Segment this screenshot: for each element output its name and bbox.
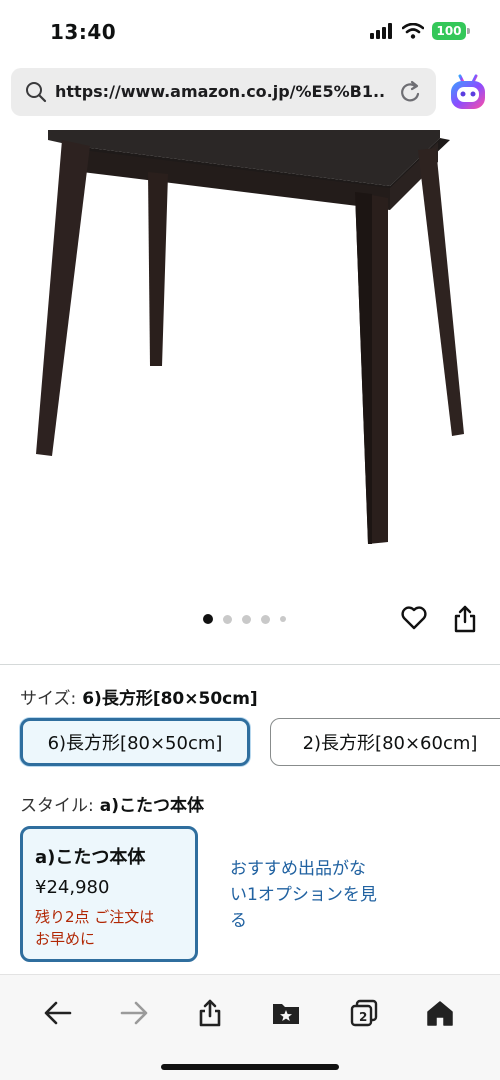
- url-text[interactable]: https://www.amazon.co.jp/%E5%B1...: [55, 82, 385, 101]
- link-line[interactable]: る: [230, 908, 420, 934]
- style-label: スタイル:: [20, 796, 94, 816]
- share-icon[interactable]: [452, 604, 478, 634]
- assistant-bot-icon[interactable]: [448, 72, 488, 112]
- link-line[interactable]: い1オプションを見: [230, 882, 420, 908]
- battery-icon: 100: [432, 22, 470, 40]
- carousel-dot[interactable]: [223, 614, 232, 624]
- reload-icon[interactable]: [400, 80, 422, 104]
- carousel-dot[interactable]: [242, 614, 251, 624]
- tab-count: 2: [359, 1010, 368, 1024]
- status-bar: 13:40 100: [0, 0, 500, 64]
- carousel-dot[interactable]: [280, 616, 286, 622]
- cellular-signal-icon: [370, 23, 392, 39]
- tabs-button[interactable]: 2: [344, 993, 384, 1033]
- forward-arrow-icon: [120, 1001, 148, 1025]
- status-time: 13:40: [50, 20, 117, 44]
- image-carousel-dots[interactable]: [203, 614, 286, 624]
- size-label-row: サイズ: 6)長方形[80×50cm]: [20, 684, 258, 709]
- stock-warning-line: 残り2点 ご注文は: [35, 908, 155, 926]
- size-selected-value: 6)長方形[80×50cm]: [82, 689, 258, 709]
- carousel-dot[interactable]: [203, 614, 213, 624]
- page: 13:40 100 https://www.amazon.co.jp/%E5%B…: [0, 0, 500, 1080]
- stock-warning-line: お早めに: [35, 930, 96, 948]
- style-option-selected[interactable]: a)こたつ本体 ¥24,980 残り2点 ご注文は お早めに: [20, 826, 198, 962]
- home-indicator: [161, 1064, 339, 1070]
- size-option[interactable]: 2)長方形[80×60cm]: [270, 718, 500, 766]
- bookmarks-button[interactable]: [266, 993, 306, 1033]
- size-option-selected[interactable]: 6)長方形[80×50cm]: [20, 718, 250, 766]
- style-option-title: a)こたつ本体: [35, 847, 146, 868]
- home-button[interactable]: [420, 993, 460, 1033]
- heart-icon[interactable]: [400, 604, 428, 632]
- wifi-icon: [402, 23, 424, 39]
- style-label-row: スタイル: a)こたつ本体: [20, 791, 204, 816]
- link-line[interactable]: おすすめ出品がな: [230, 856, 420, 882]
- carousel-dot[interactable]: [261, 614, 270, 624]
- stock-warning: 残り2点 ご注文は お早めに: [35, 906, 183, 950]
- divider: [0, 664, 500, 665]
- status-icons: 100: [370, 22, 470, 40]
- style-option-price: ¥24,980: [35, 877, 110, 898]
- back-arrow-icon: [44, 1001, 72, 1025]
- back-button[interactable]: [38, 993, 78, 1033]
- share-button[interactable]: [190, 993, 230, 1033]
- size-label: サイズ:: [20, 689, 77, 709]
- search-icon: [26, 82, 47, 103]
- style-selected-value: a)こたつ本体: [99, 796, 204, 816]
- bookmark-folder-star-icon: [273, 1004, 299, 1024]
- forward-button[interactable]: [114, 993, 154, 1033]
- no-offer-options-link[interactable]: おすすめ出品がな い1オプションを見 る: [230, 856, 420, 934]
- share-icon: [199, 999, 221, 1027]
- home-icon: [427, 1001, 453, 1026]
- address-bar[interactable]: https://www.amazon.co.jp/%E5%B1...: [11, 68, 436, 116]
- product-image[interactable]: [0, 128, 500, 588]
